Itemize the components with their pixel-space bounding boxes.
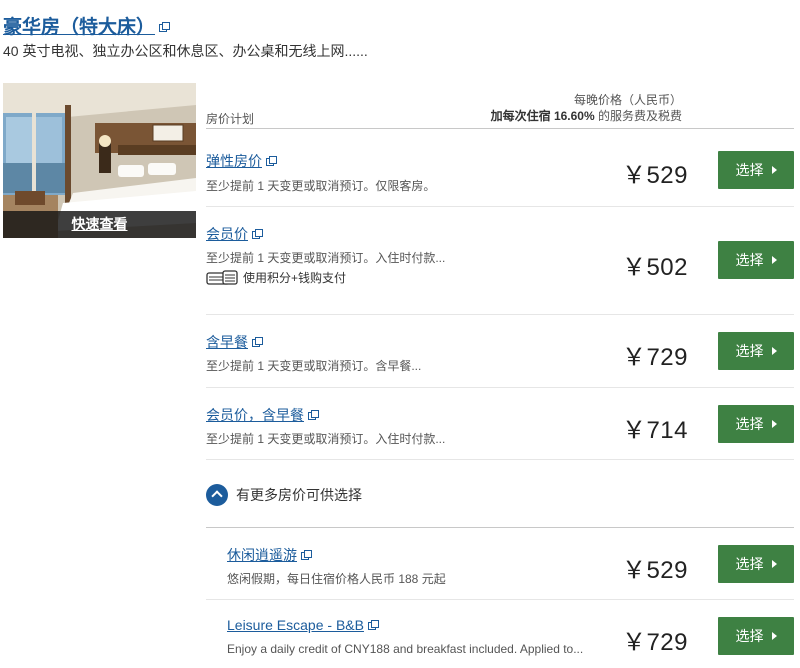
external-link-icon	[367, 620, 379, 630]
chevron-right-icon	[771, 632, 777, 640]
room-description: 40 英寸电视、独立办公区和休息区、办公桌和无线上网......	[3, 43, 368, 59]
points-cash-icon	[206, 270, 238, 285]
chevron-right-icon	[771, 347, 777, 355]
row-divider	[206, 459, 794, 460]
rate-row: 休闲逍遥游 悠闲假期，每日住宿价格人民币 188 元起 ￥529 选择	[206, 528, 794, 600]
points-cash-option: 使用积分+钱购支付	[206, 269, 346, 286]
rate-name-link[interactable]: 弹性房价	[206, 151, 277, 171]
external-link-icon	[301, 550, 312, 560]
quick-view-link[interactable]: 快速查看	[3, 211, 196, 238]
chevron-right-icon	[771, 420, 777, 428]
rate-row: 弹性房价 至少提前 1 天变更或取消预订。仅限客房。 ￥529 选择	[206, 129, 794, 207]
rate-name-link[interactable]: 休闲逍遥游	[227, 545, 312, 565]
price-per-night-label: 每晚价格（人民币）	[573, 93, 682, 107]
select-button[interactable]: 选择	[718, 241, 794, 279]
select-button[interactable]: 选择	[718, 332, 794, 370]
room-photo[interactable]: 快速查看	[3, 83, 196, 238]
tax-suffix: 的服务费及税费	[594, 109, 682, 123]
rate-description: 至少提前 1 天变更或取消预订。入住时付款...	[206, 251, 446, 265]
rate-plan-header: 房价计划	[206, 112, 255, 126]
chevron-right-icon	[771, 166, 777, 174]
room-title-link[interactable]: 豪华房（特大床）	[3, 12, 171, 39]
external-link-icon	[308, 410, 319, 420]
rate-name-link[interactable]: 含早餐	[206, 332, 263, 352]
rate-row: 会员价 至少提前 1 天变更或取消预订。入住时付款... 使用积分+钱购支付 ￥…	[206, 207, 794, 315]
rate-row: 会员价，含早餐 至少提前 1 天变更或取消预订。入住时付款... ￥714 选择	[206, 388, 794, 460]
rate-price: ￥714	[621, 417, 688, 444]
rate-description: Enjoy a daily credit of CNY188 and break…	[227, 642, 584, 656]
rate-row: 含早餐 至少提前 1 天变更或取消预订。含早餐... ￥729 选择	[206, 315, 794, 387]
tax-prefix: 加每次住宿	[490, 109, 551, 123]
external-link-icon	[252, 229, 263, 239]
chevron-right-icon	[771, 560, 777, 568]
rate-name-link[interactable]: Leisure Escape - B&B	[227, 617, 379, 633]
select-button[interactable]: 选择	[718, 151, 794, 189]
rate-price: ￥529	[621, 557, 688, 584]
rate-price: ￥729	[621, 629, 688, 656]
rate-price: ￥529	[621, 162, 688, 189]
rate-row: Leisure Escape - B&B Enjoy a daily credi…	[206, 600, 794, 668]
price-header: 每晚价格（人民币） 加每次住宿 16.60% 的服务费及税费	[491, 92, 682, 124]
rate-name-link[interactable]: 会员价	[206, 224, 263, 244]
rate-price: ￥502	[621, 254, 688, 281]
rate-description: 至少提前 1 天变更或取消预订。含早餐...	[206, 359, 422, 373]
external-link-icon	[252, 337, 263, 347]
chevron-up-icon	[206, 484, 228, 506]
more-rates-toggle[interactable]: 有更多房价可供选择	[206, 484, 362, 506]
chevron-right-icon	[771, 256, 777, 264]
external-link-icon	[159, 22, 171, 32]
select-button[interactable]: 选择	[718, 617, 794, 655]
tax-note: 加每次住宿 16.60% 的服务费及税费	[491, 108, 682, 124]
rate-description: 悠闲假期，每日住宿价格人民币 188 元起	[227, 572, 446, 586]
tax-rate: 16.60%	[553, 109, 595, 123]
rate-description: 至少提前 1 天变更或取消预订。入住时付款...	[206, 432, 446, 446]
rate-name-link[interactable]: 会员价，含早餐	[206, 405, 319, 425]
external-link-icon	[266, 156, 277, 166]
rate-price: ￥729	[621, 344, 688, 371]
rate-description: 至少提前 1 天变更或取消预订。仅限客房。	[206, 179, 436, 193]
select-button[interactable]: 选择	[718, 545, 794, 583]
select-button[interactable]: 选择	[718, 405, 794, 443]
